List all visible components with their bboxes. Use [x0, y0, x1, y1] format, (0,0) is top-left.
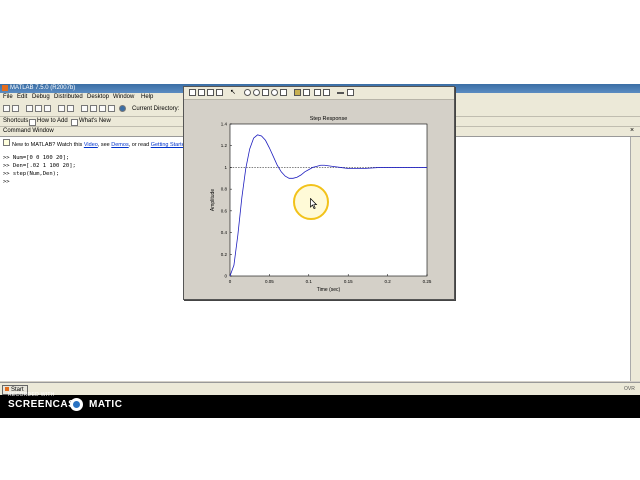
guide-icon[interactable]	[90, 105, 97, 112]
link-icon[interactable]	[303, 89, 310, 96]
window-title: MATLAB 7.5.0 (R2007b)	[10, 85, 76, 91]
menu-help[interactable]: Help	[141, 94, 153, 101]
mouse-pointer-icon	[310, 198, 318, 209]
start-icon	[5, 387, 9, 391]
chart-title: Step Response	[310, 116, 348, 122]
open-file-icon[interactable]	[12, 105, 19, 112]
menu-file[interactable]: File	[3, 94, 13, 101]
command-line-1: >> Num=[0 0 100 20];	[3, 155, 70, 161]
whats-new-icon	[71, 119, 78, 126]
y-tick-label: 1.4	[221, 122, 228, 127]
whats-new-link[interactable]: What's New	[79, 118, 111, 125]
close-icon[interactable]: ×	[630, 127, 634, 135]
show-tools-icon[interactable]	[347, 89, 354, 96]
redo-icon[interactable]	[67, 105, 74, 112]
watermark-brand-right: MATIC	[89, 399, 123, 410]
shortcuts-link[interactable]: Shortcuts	[3, 118, 28, 125]
x-tick-label: 0	[229, 279, 232, 284]
getting-started-notice: New to MATLAB? Watch this Video, see Dem…	[3, 139, 188, 149]
command-window-title: Command Window	[3, 128, 54, 134]
data-cursor-icon[interactable]	[280, 89, 287, 96]
zoom-out-icon[interactable]	[253, 89, 260, 96]
hide-tools-icon[interactable]	[337, 92, 344, 94]
info-icon	[3, 139, 10, 146]
y-tick-label: 1	[224, 165, 227, 170]
demos-link[interactable]: Demos	[111, 142, 128, 148]
new-file-icon[interactable]	[3, 105, 10, 112]
video-link[interactable]: Video	[84, 142, 98, 148]
y-tick-label: 0.4	[221, 230, 228, 235]
rotate-icon[interactable]	[271, 89, 278, 96]
y-tick-label: 0.6	[221, 208, 228, 213]
menu-window[interactable]: Window	[113, 94, 134, 101]
undo-icon[interactable]	[58, 105, 65, 112]
bottom-background	[0, 418, 640, 480]
command-prompt[interactable]: >>	[3, 179, 10, 186]
x-axis-label: Time (sec)	[317, 287, 341, 293]
x-tick-label: 0.25	[423, 279, 432, 284]
matlab-logo-icon	[2, 85, 8, 91]
workspace-icon[interactable]	[108, 105, 115, 112]
profiler-icon[interactable]	[99, 105, 106, 112]
legend-icon[interactable]	[323, 89, 330, 96]
y-axis-label: Amplitude	[210, 189, 216, 211]
copy-icon[interactable]	[35, 105, 42, 112]
print-icon[interactable]	[216, 89, 223, 96]
edit-plot-icon[interactable]: ↖	[230, 89, 237, 96]
menu-edit[interactable]: Edit	[17, 94, 27, 101]
menu-distributed[interactable]: Distributed	[54, 94, 83, 101]
menu-debug[interactable]: Debug	[32, 94, 50, 101]
notice-text-2: , see	[97, 142, 110, 148]
pan-icon[interactable]	[262, 89, 269, 96]
help-icon[interactable]	[119, 105, 126, 112]
zoom-in-icon[interactable]	[244, 89, 251, 96]
ovr-indicator: OVR	[624, 386, 635, 392]
how-to-add-link[interactable]: How to Add	[37, 118, 68, 125]
vertical-scrollbar[interactable]	[630, 137, 640, 381]
open-icon[interactable]	[198, 89, 205, 96]
command-line-3: >> step(Num,Den);	[3, 171, 60, 177]
notice-text-1: New to MATLAB? Watch this	[12, 142, 83, 148]
notice-text-3: , or read	[128, 142, 150, 148]
x-tick-label: 0.2	[384, 279, 391, 284]
simulink-icon[interactable]	[81, 105, 88, 112]
menu-desktop[interactable]: Desktop	[87, 94, 109, 101]
watermark-caption: RECORDED WITH	[8, 392, 55, 398]
x-tick-label: 0.1	[306, 279, 313, 284]
status-bar: Start OVR	[0, 382, 640, 395]
y-tick-label: 0.2	[221, 252, 228, 257]
top-background	[0, 0, 640, 84]
command-line-2: >> Den=[.02 1 100 20];	[3, 163, 76, 169]
x-tick-label: 0.15	[344, 279, 353, 284]
current-directory-label: Current Directory:	[132, 106, 180, 112]
brush-icon[interactable]	[294, 89, 301, 96]
screencast-logo-icon	[70, 398, 83, 411]
colorbar-icon[interactable]	[314, 89, 321, 96]
y-tick-label: 0.8	[221, 187, 228, 192]
y-tick-label: 0	[224, 274, 227, 279]
save-icon[interactable]	[207, 89, 214, 96]
x-tick-label: 0.05	[265, 279, 274, 284]
paste-icon[interactable]	[44, 105, 51, 112]
new-figure-icon[interactable]	[189, 89, 196, 96]
cut-icon[interactable]	[26, 105, 33, 112]
y-tick-label: 1.2	[221, 143, 228, 148]
add-shortcut-icon	[29, 119, 36, 126]
